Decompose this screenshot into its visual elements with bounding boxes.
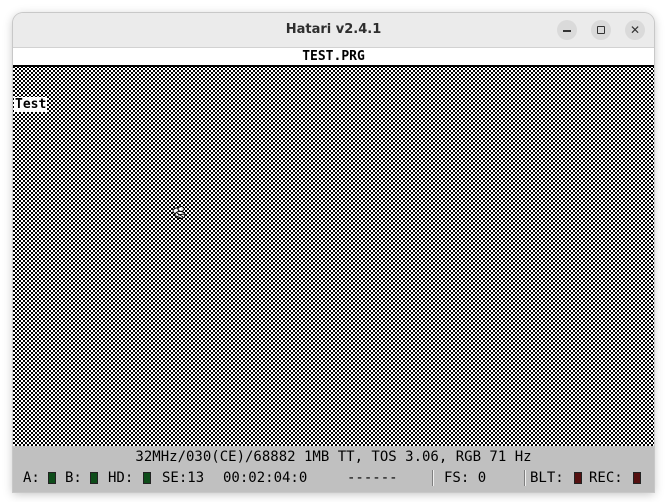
- machine-info: 32MHz/030(CE)/68882 1MB TT, TOS 3.06, RG…: [135, 449, 532, 465]
- minimize-icon: [563, 30, 571, 32]
- emulator-screen[interactable]: TEST.PRG Test 32MHz/030(CE)/68882 1MB TT…: [13, 48, 654, 492]
- status-separator: [524, 470, 525, 486]
- gem-menubar[interactable]: TEST.PRG: [13, 48, 654, 67]
- drive-a-led: [48, 472, 56, 484]
- hd-label: HD:: [108, 470, 134, 486]
- dash-indicator: ------: [347, 470, 398, 486]
- hd-led: [143, 472, 151, 484]
- time-indicator: 00:02:04:0: [223, 470, 308, 486]
- fs-indicator: FS: 0: [444, 470, 487, 486]
- rec-label: REC:: [589, 470, 623, 486]
- minimize-button[interactable]: [557, 20, 577, 40]
- program-title[interactable]: TEST.PRG: [13, 48, 654, 65]
- hatari-window: Hatari v2.4.1 ✕ TEST.PRG Test 32MHz/030(…: [13, 13, 654, 492]
- drive-b-led: [90, 472, 98, 484]
- status-separator: [432, 470, 433, 486]
- drive-a-label: A:: [23, 470, 40, 486]
- status-bar: 32MHz/030(CE)/68882 1MB TT, TOS 3.06, RG…: [13, 446, 654, 492]
- desktop-text: Test: [14, 97, 48, 112]
- close-button[interactable]: ✕: [625, 20, 645, 40]
- maximize-icon: [597, 26, 605, 34]
- maximize-button[interactable]: [591, 20, 611, 40]
- se-indicator: SE:13: [162, 470, 205, 486]
- window-titlebar[interactable]: Hatari v2.4.1 ✕: [13, 13, 654, 48]
- blt-label: BLT:: [530, 470, 564, 486]
- close-icon: ✕: [629, 23, 641, 37]
- status-indicators: A: B: HD: SE:13 00:02:04:0 ------ FS: 0 …: [13, 468, 654, 488]
- drive-b-label: B:: [65, 470, 82, 486]
- record-led: [633, 472, 641, 484]
- blitter-led: [574, 472, 582, 484]
- busy-bee-icon: [172, 206, 186, 220]
